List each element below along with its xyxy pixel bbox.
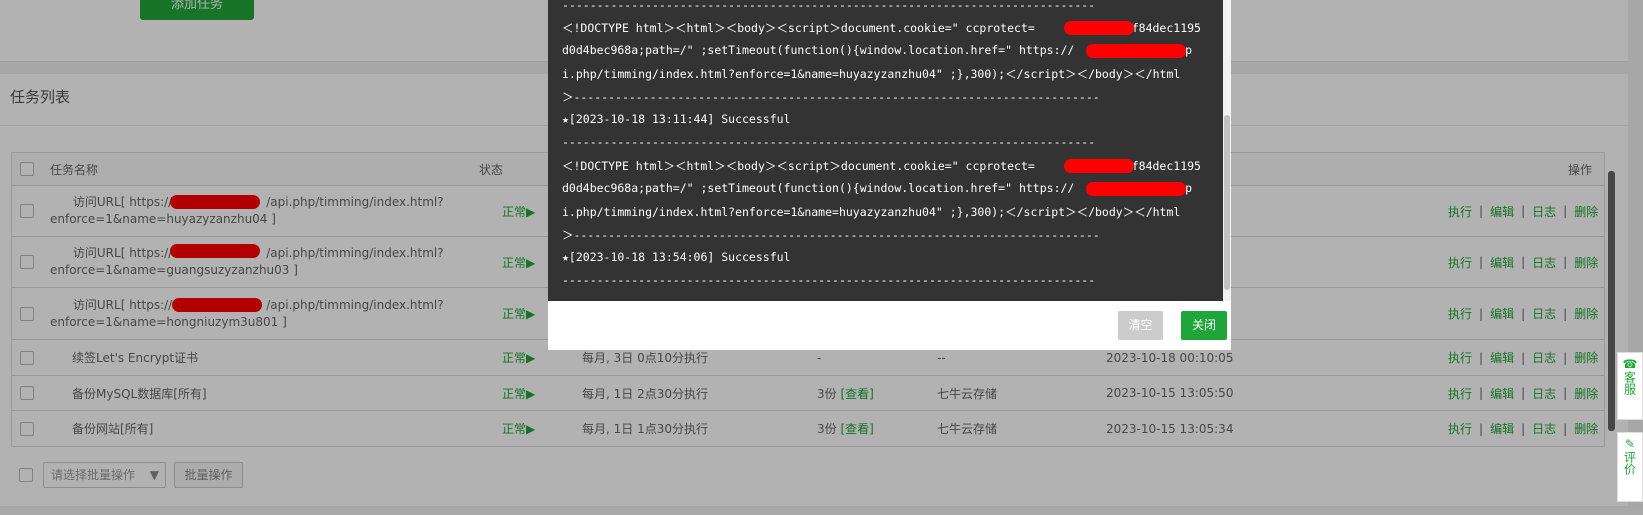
review-button[interactable]: ✎ 评价 — [1617, 432, 1643, 502]
customer-service-button[interactable]: ☎ 客服 — [1617, 352, 1643, 420]
log-scrollbar[interactable] — [1223, 0, 1231, 301]
redaction-mark — [1086, 44, 1186, 58]
log-line: ----------------------------------------… — [562, 0, 1096, 12]
redaction-mark — [1064, 21, 1134, 35]
log-scroll-thumb[interactable] — [1224, 115, 1230, 290]
log-line: ＞---------------------------------------… — [562, 90, 1100, 104]
log-line: ＞---------------------------------------… — [562, 228, 1100, 242]
log-line: i.php/timming/index.html?enforce=1&name=… — [562, 67, 1181, 81]
redaction-mark — [1086, 182, 1186, 196]
log-line: ----------------------------------------… — [562, 273, 1096, 287]
log-success-line: ★[2023-10-18 13:11:44] Successful — [562, 112, 791, 126]
close-button[interactable]: 关闭 — [1181, 311, 1227, 340]
clear-button[interactable]: 清空 — [1118, 311, 1163, 340]
log-line: ----------------------------------------… — [562, 135, 1096, 149]
log-line: i.php/timming/index.html?enforce=1&name=… — [562, 205, 1181, 219]
log-console: ----------------------------------------… — [548, 0, 1223, 301]
log-success-line: ★[2023-10-18 13:54:06] Successful — [562, 250, 791, 264]
redaction-mark — [1064, 159, 1134, 173]
log-modal: ----------------------------------------… — [548, 0, 1231, 350]
headset-icon: ☎ — [1622, 357, 1638, 371]
edit-icon: ✎ — [1624, 437, 1636, 451]
